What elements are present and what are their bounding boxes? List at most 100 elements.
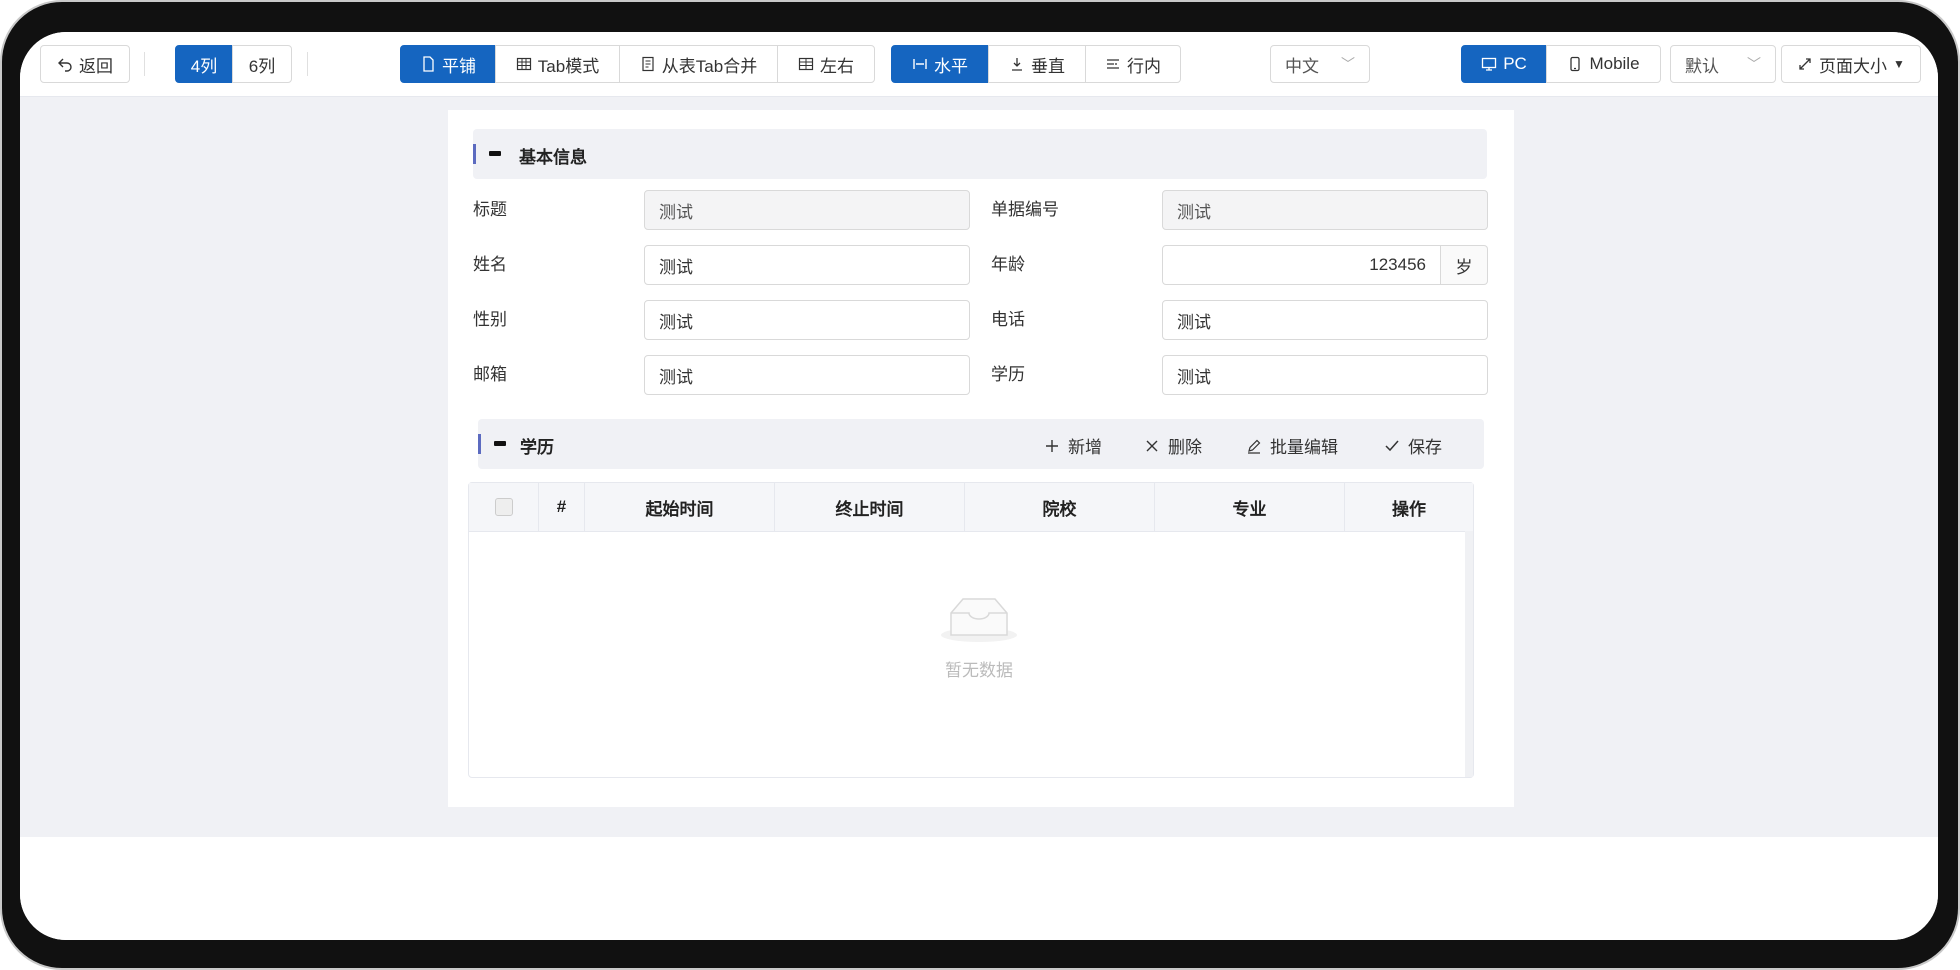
delete-button[interactable]: 删除 xyxy=(1144,433,1202,458)
chevron-down-icon: ﹀ xyxy=(1747,56,1761,72)
caret-down-icon: ▼ xyxy=(1893,57,1905,71)
title-input[interactable]: 测试 xyxy=(644,190,970,230)
select-all-checkbox[interactable] xyxy=(494,498,513,516)
empty-inbox-icon xyxy=(941,598,1017,642)
plus-icon xyxy=(1046,439,1058,452)
field-label-title: 标题 xyxy=(473,200,507,219)
layout-merge-button[interactable]: 从表Tab合并 xyxy=(619,45,778,83)
gender-input[interactable]: 测试 xyxy=(644,300,970,340)
document-icon xyxy=(642,56,654,72)
toolbar: 返回 4列 6列 平铺 Tab模式 从表Tab合并 左右 水平 垂直 行内 中文… xyxy=(20,32,1938,97)
select-all-cell xyxy=(469,483,539,531)
section-accent-bar xyxy=(478,434,481,454)
collapse-icon[interactable] xyxy=(489,151,501,156)
layout-lr-button[interactable]: 左右 xyxy=(777,45,875,83)
table-icon xyxy=(516,57,531,71)
bottom-area xyxy=(20,837,1938,940)
device-pc-label: PC xyxy=(1503,54,1527,73)
theme-value: 默认 xyxy=(1685,56,1719,76)
add-button[interactable]: 新增 xyxy=(1044,433,1102,458)
check-icon xyxy=(1385,440,1399,451)
device-pc-button[interactable]: PC xyxy=(1461,45,1547,83)
doc-number-input[interactable]: 测试 xyxy=(1162,190,1488,230)
back-label: 返回 xyxy=(79,56,113,76)
column-header-index: # xyxy=(539,483,585,531)
field-label-gender: 性别 xyxy=(473,310,507,329)
align-horizontal-button[interactable]: 水平 xyxy=(891,45,989,83)
monitor-icon xyxy=(1482,57,1497,71)
column-header-major[interactable]: 专业 xyxy=(1155,483,1345,531)
align-vertical-label: 垂直 xyxy=(1031,56,1065,76)
add-label: 新增 xyxy=(1068,438,1102,457)
education-input[interactable]: 测试 xyxy=(1162,355,1488,395)
app-screen: 返回 4列 6列 平铺 Tab模式 从表Tab合并 左右 水平 垂直 行内 中文… xyxy=(20,32,1938,940)
layout-tab-label: Tab模式 xyxy=(537,56,600,76)
section-title: 学历 xyxy=(520,438,554,457)
field-label-phone: 电话 xyxy=(991,310,1025,329)
device-mobile-button[interactable]: Mobile xyxy=(1546,45,1661,83)
field-label-doc-number: 单据编号 xyxy=(991,200,1059,219)
table-header: # 起始时间 终止时间 院校 专业 操作 xyxy=(469,483,1473,532)
save-label: 保存 xyxy=(1408,438,1442,457)
device-frame: 返回 4列 6列 平铺 Tab模式 从表Tab合并 左右 水平 垂直 行内 中文… xyxy=(0,0,1960,970)
layout-merge-label: 从表Tab合并 xyxy=(661,56,758,76)
align-horizontal-label: 水平 xyxy=(934,56,968,76)
chevron-down-icon: ﹀ xyxy=(1341,56,1355,72)
horizontal-icon xyxy=(913,59,927,69)
email-input[interactable]: 测试 xyxy=(644,355,970,395)
column-header-end-time[interactable]: 终止时间 xyxy=(775,483,965,531)
table-scrollbar[interactable] xyxy=(1465,531,1473,777)
col4-button[interactable]: 4列 xyxy=(175,45,233,83)
age-unit-addon: 岁 xyxy=(1441,245,1488,285)
section-title: 基本信息 xyxy=(519,148,587,167)
age-input[interactable]: 123456 xyxy=(1162,245,1441,285)
delete-label: 删除 xyxy=(1168,438,1202,457)
empty-state: 暂无数据 xyxy=(929,591,1029,681)
column-header-actions: 操作 xyxy=(1392,499,1426,519)
column-header-start-time[interactable]: 起始时间 xyxy=(585,483,775,531)
align-inline-button[interactable]: 行内 xyxy=(1085,45,1181,83)
col6-button[interactable]: 6列 xyxy=(232,45,292,83)
inline-icon xyxy=(1107,59,1119,69)
field-label-name: 姓名 xyxy=(473,255,507,274)
theme-select[interactable]: 默认 ﹀ xyxy=(1670,45,1776,83)
column-header-school[interactable]: 院校 xyxy=(965,483,1155,531)
language-select[interactable]: 中文 ﹀ xyxy=(1270,45,1370,83)
layout-tile-button[interactable]: 平铺 xyxy=(400,45,496,83)
phone-input[interactable]: 测试 xyxy=(1162,300,1488,340)
collapse-icon[interactable] xyxy=(494,441,506,446)
page-size-dropdown[interactable]: 页面大小 ▼ xyxy=(1781,45,1921,83)
layout-tile-label: 平铺 xyxy=(442,56,476,76)
back-button[interactable]: 返回 xyxy=(40,45,130,83)
field-label-education: 学历 xyxy=(991,365,1025,384)
close-icon xyxy=(1146,440,1158,451)
section-accent-bar xyxy=(473,144,476,164)
save-button[interactable]: 保存 xyxy=(1384,433,1442,458)
col4-label: 4列 xyxy=(190,56,218,76)
grid-icon xyxy=(798,57,814,71)
undo-icon xyxy=(58,58,72,72)
page-size-label: 页面大小 xyxy=(1819,56,1888,76)
divider xyxy=(307,52,308,76)
vertical-align-icon xyxy=(1012,58,1022,71)
edit-icon xyxy=(1248,439,1261,454)
field-label-age: 年龄 xyxy=(991,255,1025,274)
section-header-basic-info: 基本信息 xyxy=(473,129,1487,179)
section-header-education: 学历 新增 删除 批量编辑 保存 xyxy=(478,419,1484,469)
mobile-icon xyxy=(1570,56,1581,72)
expand-icon xyxy=(1799,58,1811,70)
language-value: 中文 xyxy=(1285,56,1319,76)
batch-edit-label: 批量编辑 xyxy=(1270,438,1338,457)
device-mobile-label: Mobile xyxy=(1589,54,1640,73)
col6-label: 6列 xyxy=(248,56,276,76)
layout-tab-button[interactable]: Tab模式 xyxy=(495,45,620,83)
align-inline-label: 行内 xyxy=(1127,56,1161,76)
name-input[interactable]: 测试 xyxy=(644,245,970,285)
batch-edit-button[interactable]: 批量编辑 xyxy=(1246,433,1338,458)
layout-lr-label: 左右 xyxy=(820,56,854,76)
file-icon xyxy=(423,56,434,72)
field-label-email: 邮箱 xyxy=(473,365,507,384)
education-table: # 起始时间 终止时间 院校 专业 操作 暂无数据 xyxy=(468,482,1474,778)
empty-text: 暂无数据 xyxy=(945,661,1013,680)
align-vertical-button[interactable]: 垂直 xyxy=(988,45,1086,83)
